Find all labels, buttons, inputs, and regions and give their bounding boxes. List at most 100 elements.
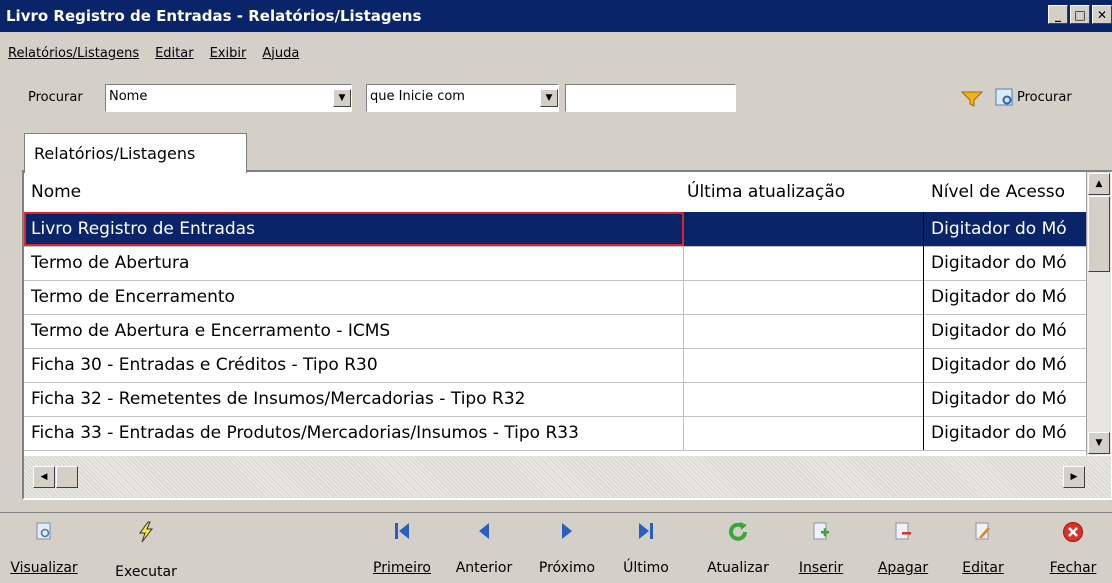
column-header-ultima-atualizacao[interactable]: Última atualização bbox=[687, 182, 845, 202]
ultimo-label: Último bbox=[623, 560, 669, 576]
cell-nome: Termo de Abertura bbox=[31, 253, 190, 273]
editar-button[interactable]: Editar bbox=[950, 513, 1016, 583]
apagar-button[interactable]: Apagar bbox=[868, 513, 938, 583]
scroll-up-button[interactable]: ▲ bbox=[1088, 173, 1110, 195]
ultimo-button[interactable]: Último bbox=[614, 513, 678, 583]
table-row[interactable]: Ficha 33 - Entradas de Produtos/Mercador… bbox=[24, 416, 1086, 450]
maximize-button[interactable]: □ bbox=[1070, 5, 1090, 24]
row-divider bbox=[24, 314, 1086, 315]
tab-relatorios-listagens[interactable]: Relatórios/Listagens bbox=[24, 133, 247, 173]
window-controls: _ □ ✕ bbox=[1048, 5, 1112, 24]
row-divider bbox=[24, 280, 1086, 281]
column-header-nivel-acesso[interactable]: Nível de Acesso bbox=[931, 182, 1065, 202]
filter-icon[interactable] bbox=[960, 90, 984, 112]
row-divider bbox=[24, 382, 1086, 383]
preview-icon bbox=[34, 521, 54, 545]
horizontal-scrollbar[interactable]: ◀ ▶ bbox=[24, 456, 1111, 498]
apagar-label: Apagar bbox=[877, 560, 929, 576]
cell-nome: Ficha 30 - Entradas e Créditos - Tipo R3… bbox=[31, 355, 378, 375]
search-bar: Procurar Nome ▼ que Inicie com ▼ Procura… bbox=[0, 84, 1112, 114]
menu-exibir[interactable]: Exibir bbox=[210, 46, 247, 68]
first-record-icon bbox=[393, 521, 411, 545]
menu-relatorios[interactable]: Relatórios/Listagens bbox=[8, 46, 139, 68]
previous-record-icon bbox=[477, 521, 491, 545]
row-divider bbox=[24, 246, 1086, 247]
table-header: Nome Última atualização Nível de Acesso bbox=[24, 172, 1090, 212]
cell-atualizacao bbox=[687, 212, 923, 246]
cell-atualizacao bbox=[687, 246, 923, 280]
vertical-scroll-thumb[interactable] bbox=[1088, 196, 1110, 272]
delete-document-icon bbox=[894, 521, 912, 545]
proximo-button[interactable]: Próximo bbox=[530, 513, 604, 583]
cell-atualizacao bbox=[687, 416, 923, 450]
executar-button[interactable]: Executar bbox=[108, 513, 184, 583]
minimize-button[interactable]: _ bbox=[1048, 5, 1068, 24]
cell-atualizacao bbox=[687, 280, 923, 314]
anterior-button[interactable]: Anterior bbox=[448, 513, 520, 583]
fechar-button[interactable]: Fechar bbox=[1038, 513, 1108, 583]
close-window-button[interactable]: ✕ bbox=[1092, 5, 1112, 24]
executar-label: Executar bbox=[115, 564, 177, 580]
scroll-down-button[interactable]: ▼ bbox=[1088, 432, 1110, 454]
title-bar: Livro Registro de Entradas - Relatórios/… bbox=[0, 0, 1112, 32]
add-document-icon bbox=[812, 521, 830, 545]
search-button-label: Procurar bbox=[1017, 89, 1072, 105]
atualizar-label: Atualizar bbox=[707, 560, 769, 576]
scroll-left-button[interactable]: ◀ bbox=[33, 466, 55, 488]
cell-atualizacao bbox=[687, 348, 923, 382]
search-label: Procurar bbox=[28, 90, 83, 105]
row-divider bbox=[24, 416, 1086, 417]
visualizar-label: Visualizar bbox=[10, 560, 78, 576]
cell-nivel: Digitador do Mó bbox=[931, 253, 1067, 273]
window-title: Livro Registro de Entradas - Relatórios/… bbox=[6, 7, 422, 25]
table-row[interactable]: Ficha 32 - Remetentes de Insumos/Mercado… bbox=[24, 382, 1086, 416]
inserir-label: Inserir bbox=[798, 560, 844, 576]
horizontal-scroll-thumb[interactable] bbox=[56, 466, 78, 488]
close-icon bbox=[1062, 521, 1084, 547]
editar-label: Editar bbox=[962, 560, 1004, 576]
search-mode-dropdown-button[interactable]: ▼ bbox=[540, 89, 558, 107]
table-row[interactable]: Termo de Encerramento Digitador do Mó bbox=[24, 280, 1086, 314]
table-row[interactable]: Ficha 30 - Entradas e Créditos - Tipo R3… bbox=[24, 348, 1086, 382]
anterior-label: Anterior bbox=[455, 560, 513, 576]
cell-nivel: Digitador do Mó bbox=[931, 321, 1067, 341]
column-header-nome[interactable]: Nome bbox=[31, 182, 81, 202]
cell-nome: Ficha 32 - Remetentes de Insumos/Mercado… bbox=[31, 389, 526, 409]
reports-table: Nome Última atualização Nível de Acesso … bbox=[22, 170, 1112, 500]
cell-nivel: Digitador do Mó bbox=[931, 355, 1067, 375]
vertical-scrollbar[interactable]: ▲ ▼ bbox=[1086, 172, 1111, 455]
search-mode-select[interactable]: que Inicie com bbox=[366, 84, 559, 112]
table-row[interactable]: Termo de Abertura e Encerramento - ICMS … bbox=[24, 314, 1086, 348]
inserir-button[interactable]: Inserir bbox=[788, 513, 854, 583]
search-text-input[interactable] bbox=[565, 84, 736, 112]
refresh-icon bbox=[727, 521, 749, 547]
lightning-icon bbox=[136, 521, 156, 547]
menu-bar: Relatórios/Listagens Editar Exibir Ajuda bbox=[0, 46, 299, 68]
bottom-toolbar: Visualizar Executar Primeiro Anterior Pr… bbox=[0, 512, 1112, 583]
column-divider bbox=[683, 212, 684, 450]
row-divider bbox=[24, 348, 1086, 349]
primeiro-button[interactable]: Primeiro bbox=[366, 513, 438, 583]
menu-ajuda[interactable]: Ajuda bbox=[262, 46, 299, 68]
search-icon bbox=[995, 88, 1013, 106]
search-field-dropdown-button[interactable]: ▼ bbox=[333, 89, 351, 107]
search-button[interactable]: Procurar bbox=[995, 88, 1072, 106]
table-row[interactable]: Livro Registro de Entradas Digitador do … bbox=[24, 212, 1086, 246]
cell-atualizacao bbox=[687, 382, 923, 416]
scroll-right-button[interactable]: ▶ bbox=[1063, 466, 1085, 488]
menu-editar[interactable]: Editar bbox=[155, 46, 194, 68]
visualizar-button[interactable]: Visualizar bbox=[8, 513, 80, 583]
cell-atualizacao bbox=[687, 314, 923, 348]
atualizar-button[interactable]: Atualizar bbox=[696, 513, 780, 583]
cell-nome: Termo de Abertura e Encerramento - ICMS bbox=[31, 321, 391, 341]
cell-nivel: Digitador do Mó bbox=[931, 287, 1067, 307]
cell-nivel: Digitador do Mó bbox=[931, 423, 1067, 443]
table-row[interactable]: Termo de Abertura Digitador do Mó bbox=[24, 246, 1086, 280]
search-field-select[interactable]: Nome bbox=[105, 84, 352, 112]
next-record-icon bbox=[560, 521, 574, 545]
fechar-label: Fechar bbox=[1049, 560, 1097, 576]
proximo-label: Próximo bbox=[538, 560, 596, 576]
primeiro-label: Primeiro bbox=[373, 560, 431, 576]
cell-nivel: Digitador do Mó bbox=[931, 389, 1067, 409]
cell-nivel: Digitador do Mó bbox=[931, 219, 1067, 239]
